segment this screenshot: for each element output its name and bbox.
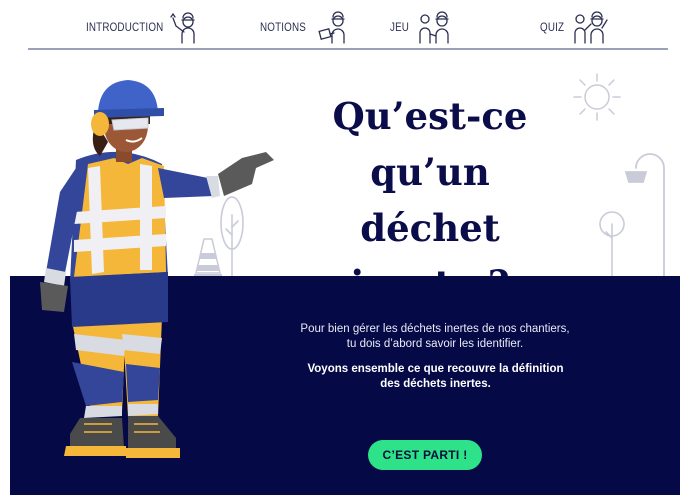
emphasis-line-2: des déchets inertes. <box>380 378 491 390</box>
intro-line-1: Pour bien gérer les déchets inertes de n… <box>300 323 570 335</box>
emphasis-line-1: Voyons ensemble ce que recouvre la défin… <box>307 363 564 375</box>
start-button[interactable]: C’EST PARTI ! <box>368 440 482 470</box>
worker-waving-icon <box>168 10 204 44</box>
top-navigation: INTRODUCTION NOTIONS JEU QUIZ <box>28 0 668 50</box>
title-line-2: qu’un déchet <box>360 150 500 250</box>
nav-label-introduction: INTRODUCTION <box>86 20 164 34</box>
nav-item-introduction[interactable]: INTRODUCTION <box>86 10 195 44</box>
title-line-1: Qu’est-ce <box>332 94 528 138</box>
construction-worker-illustration <box>40 80 274 458</box>
emphasis-text: Voyons ensemble ce que recouvre la défin… <box>278 362 593 392</box>
nav-label-jeu: JEU <box>390 20 410 34</box>
nav-item-quiz[interactable]: QUIZ <box>540 10 608 44</box>
workers-quiz-icon <box>570 10 610 44</box>
sun-icon <box>573 73 621 121</box>
nav-label-quiz: QUIZ <box>540 20 565 34</box>
nav-item-jeu[interactable]: JEU <box>390 10 449 44</box>
intro-text: Pour bien gérer les déchets inertes de n… <box>275 322 595 352</box>
nav-item-notions[interactable]: NOTIONS <box>260 10 345 44</box>
nav-label-notions: NOTIONS <box>260 20 306 34</box>
worker-clipboard-icon <box>316 10 352 44</box>
tree-icon <box>599 211 625 278</box>
intro-line-2: tu dois d’abord savoir les identifier. <box>346 338 524 350</box>
workers-game-icon <box>416 10 456 44</box>
